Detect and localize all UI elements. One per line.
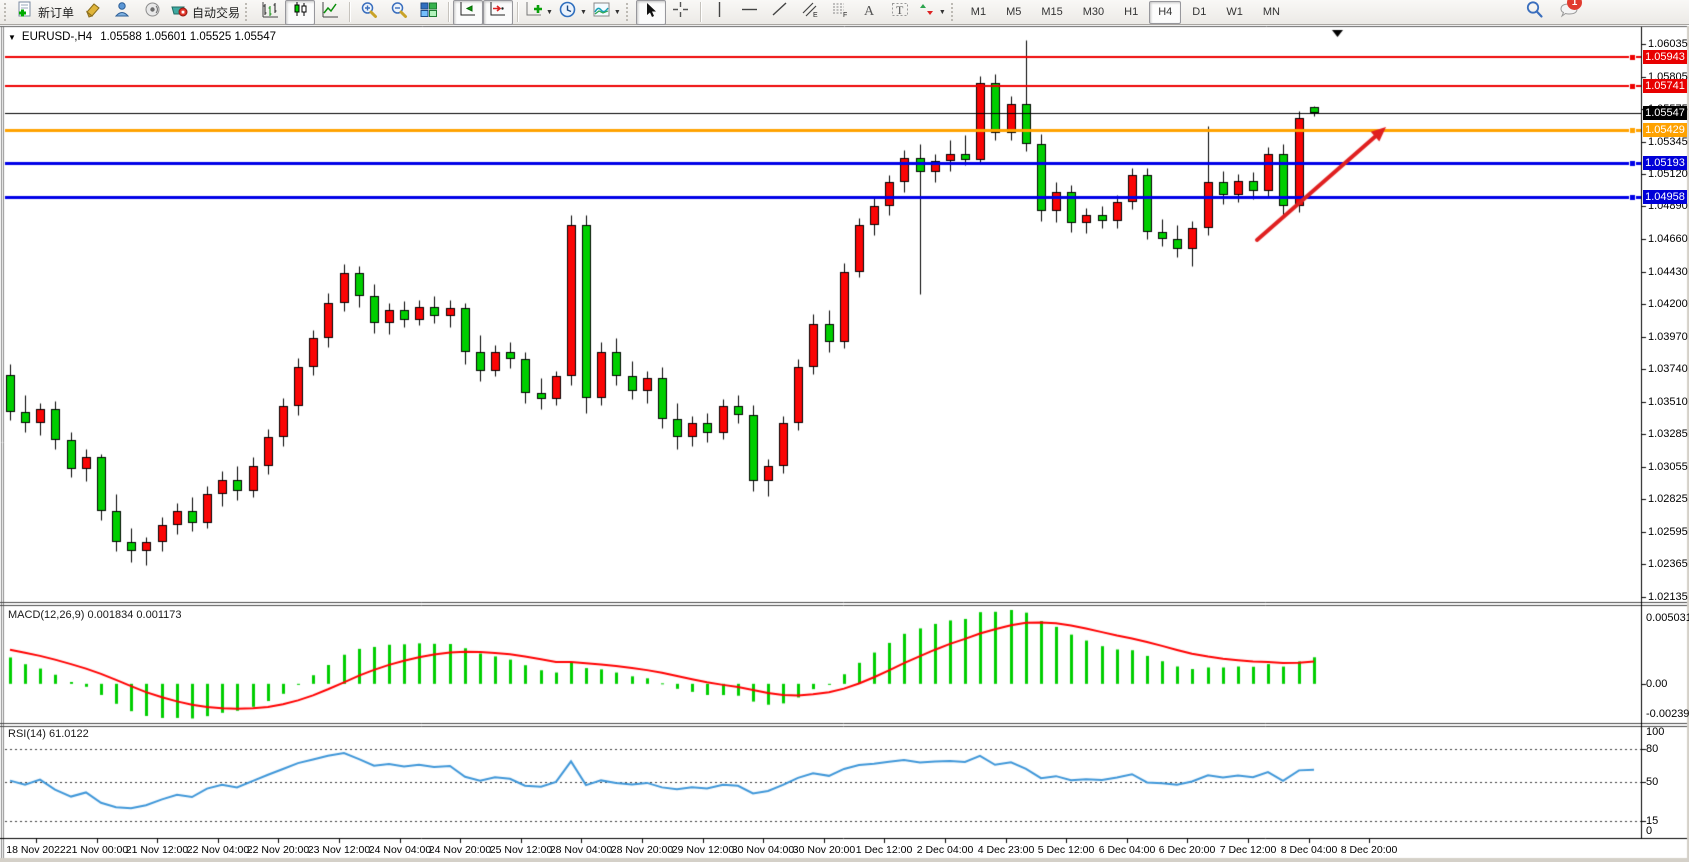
arrows-shapes-dropdown-button[interactable]: ▼	[915, 0, 949, 25]
toolbar-separator	[448, 2, 449, 22]
new-order-label: 新订单	[38, 4, 74, 21]
bar-chart-button[interactable]	[255, 0, 285, 25]
indicators-dropdown-button[interactable]: ▼	[522, 0, 556, 25]
templates-icon	[593, 2, 611, 23]
periods-clock-icon	[559, 1, 577, 24]
tile-windows-icon	[420, 1, 438, 24]
timeframe-button-h4[interactable]: H4	[1149, 1, 1181, 24]
timeframe-button-m1[interactable]: M1	[962, 1, 995, 24]
indicators-icon	[525, 1, 543, 23]
dropdown-caret-icon: ▼	[546, 9, 553, 16]
zoom-in-icon	[360, 1, 378, 24]
chart-shift-button[interactable]	[483, 0, 513, 25]
timeframe-button-m5[interactable]: M5	[997, 1, 1030, 24]
trendline-button[interactable]	[765, 0, 795, 25]
candlestick-chart-button[interactable]	[285, 0, 315, 25]
symbol-period-label: EURUSD-,H4	[22, 31, 92, 43]
timeframe-button-d1[interactable]: D1	[1183, 1, 1215, 24]
dropdown-caret-icon: ▼	[614, 9, 621, 16]
periods-dropdown-button[interactable]: ▼	[556, 0, 590, 25]
text-label-button[interactable]: T	[885, 0, 915, 25]
tile-windows-button[interactable]	[414, 0, 444, 25]
eraser-icon	[84, 1, 101, 23]
timeframe-button-m15[interactable]: M15	[1032, 1, 1071, 24]
price-chart-canvas[interactable]	[0, 0, 1689, 862]
toolbar-grip[interactable]	[245, 3, 251, 21]
timeframe-button-w1[interactable]: W1	[1217, 1, 1252, 24]
profile-icon	[114, 1, 131, 23]
trendline-icon	[771, 1, 788, 23]
zoom-out-icon	[390, 1, 408, 24]
vertical-line-button[interactable]	[705, 0, 735, 25]
timeframe-button-h1[interactable]: H1	[1115, 1, 1147, 24]
ohlc-readout: 1.05588 1.05601 1.05525 1.05547	[100, 31, 276, 43]
autotrading-label: 自动交易	[192, 4, 240, 21]
toolbar-right: 1	[1519, 0, 1579, 25]
equidistant-channel-button[interactable]: E	[795, 0, 825, 25]
zoom-out-button[interactable]	[384, 0, 414, 25]
crosshair-icon	[672, 1, 689, 23]
cursor-icon	[643, 2, 658, 23]
vertical-line-icon	[713, 1, 726, 23]
svg-text:T: T	[896, 3, 904, 17]
svg-text:A: A	[864, 4, 875, 18]
autotrading-icon	[170, 1, 188, 23]
horizontal-line-button[interactable]	[735, 0, 765, 25]
crosshair-button[interactable]	[666, 0, 696, 25]
chart-shift-icon	[489, 1, 507, 23]
timeframe-button-mn[interactable]: MN	[1254, 1, 1289, 24]
text-button[interactable]: A	[855, 0, 885, 25]
candlestick-chart-icon	[292, 1, 309, 23]
auto-scroll-button[interactable]	[453, 0, 483, 25]
svg-text:E: E	[813, 12, 818, 18]
macd-label: MACD(12,26,9) 0.001834 0.001173	[8, 609, 181, 621]
zoom-in-button[interactable]	[354, 0, 384, 25]
line-chart-button[interactable]	[315, 0, 345, 25]
mt4-terminal: 新订单 自动交易	[0, 0, 1689, 862]
notification-badge: 1	[1567, 0, 1582, 10]
toolbar: 新订单 自动交易	[0, 0, 1689, 25]
text-icon: A	[862, 2, 877, 23]
arrows-shapes-icon	[918, 1, 936, 23]
one-click-trading-toggle-icon[interactable]: ▼	[8, 33, 16, 42]
text-label-icon: T	[891, 1, 909, 23]
new-order-icon	[17, 1, 34, 23]
search-icon	[1525, 0, 1544, 24]
toolbar-grip[interactable]	[951, 3, 957, 21]
auto-scroll-icon	[459, 1, 477, 23]
horizontal-line-icon	[741, 3, 758, 21]
dropdown-caret-icon: ▼	[939, 9, 946, 16]
fibonacci-button[interactable]: F	[825, 0, 855, 25]
toolbar-grip[interactable]	[4, 3, 10, 21]
chart-title: ▼ EURUSD-,H4 1.05588 1.05601 1.05525 1.0…	[8, 31, 276, 43]
svg-text:F: F	[843, 12, 847, 18]
equidistant-channel-icon: E	[801, 1, 819, 23]
toolbar-grip[interactable]	[626, 3, 632, 21]
templates-dropdown-button[interactable]: ▼	[590, 0, 624, 25]
notifications-button[interactable]: 1	[1559, 1, 1579, 24]
search-button[interactable]	[1519, 0, 1549, 25]
timeframe-group: M1M5M15M30H1H4D1W1MN	[961, 1, 1290, 24]
broadcast-button[interactable]	[137, 0, 167, 25]
broadcast-icon	[144, 1, 161, 23]
dropdown-caret-icon: ▼	[580, 9, 587, 16]
timeframe-button-m30[interactable]: M30	[1074, 1, 1113, 24]
fibonacci-icon: F	[831, 1, 849, 23]
eraser-button[interactable]	[77, 0, 107, 25]
line-chart-icon	[322, 1, 339, 23]
toolbar-separator	[517, 2, 518, 22]
cursor-button[interactable]	[636, 0, 666, 25]
toolbar-separator	[349, 2, 350, 22]
toolbar-separator	[700, 2, 701, 22]
autotrading-button[interactable]: 自动交易	[167, 0, 243, 25]
profile-button[interactable]	[107, 0, 137, 25]
rsi-label: RSI(14) 61.0122	[8, 728, 89, 740]
new-order-button[interactable]: 新订单	[14, 0, 77, 25]
bar-chart-icon	[262, 1, 279, 23]
